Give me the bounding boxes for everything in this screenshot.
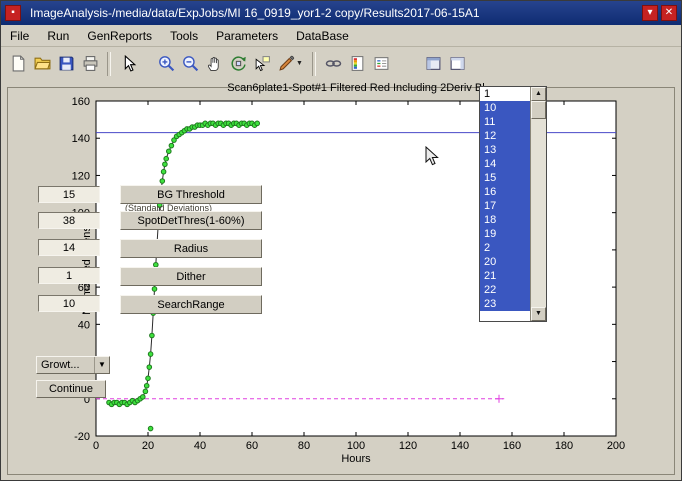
scroll-up-icon[interactable]: ▲ (531, 87, 546, 101)
svg-text:100: 100 (347, 440, 365, 452)
dropdown-items: 110111213141516171819220212223 (480, 87, 530, 321)
search-range-button[interactable]: SearchRange (120, 295, 262, 314)
continue-button[interactable]: Continue (36, 380, 106, 398)
plot-canvas: 020406080100120140160180200-200204060801… (1, 1, 682, 481)
dropdown-scrollbar[interactable]: ▲ ▼ (530, 87, 546, 321)
svg-text:20: 20 (142, 440, 154, 452)
scrollbar-track[interactable] (531, 119, 546, 307)
mouse-cursor-icon (425, 146, 439, 166)
svg-text:120: 120 (399, 440, 417, 452)
search-range-input[interactable] (38, 295, 100, 312)
radius-button[interactable]: Radius (120, 239, 262, 258)
svg-text:160: 160 (72, 96, 90, 108)
app-window: ▪ ImageAnalysis-/media/data/ExpJobs/MI 1… (0, 0, 682, 481)
dropdown-item[interactable]: 22 (480, 283, 530, 297)
svg-text:180: 180 (555, 440, 573, 452)
scroll-down-icon[interactable]: ▼ (531, 307, 546, 321)
x-axis-label: Hours (96, 453, 616, 465)
dropdown-item[interactable]: 21 (480, 269, 530, 283)
scrollbar-thumb[interactable] (531, 101, 546, 119)
dropdown-item[interactable]: 17 (480, 199, 530, 213)
dropdown-item[interactable]: 10 (480, 101, 530, 115)
bg-threshold-button[interactable]: BG Threshold (120, 185, 262, 204)
svg-text:0: 0 (93, 440, 99, 452)
dither-button[interactable]: Dither (120, 267, 262, 286)
chevron-down-icon[interactable]: ▼ (94, 357, 109, 373)
svg-text:140: 140 (72, 133, 90, 145)
dropdown-item[interactable]: 15 (480, 171, 530, 185)
svg-text:80: 80 (298, 440, 310, 452)
svg-text:120: 120 (72, 170, 90, 182)
growth-popup-value: Growt... (37, 357, 94, 373)
dropdown-item[interactable]: 13 (480, 143, 530, 157)
svg-text:60: 60 (246, 440, 258, 452)
svg-text:160: 160 (503, 440, 521, 452)
spot-det-thres-input[interactable] (38, 212, 100, 229)
dropdown-item[interactable]: 18 (480, 213, 530, 227)
dropdown-item[interactable]: 20 (480, 255, 530, 269)
bg-threshold-input[interactable] (38, 186, 100, 203)
dropdown-item[interactable]: 19 (480, 227, 530, 241)
spot-det-thres-button[interactable]: SpotDetThres(1-60%) (120, 211, 262, 230)
dropdown-item[interactable]: 11 (480, 115, 530, 129)
svg-text:40: 40 (194, 440, 206, 452)
number-dropdown-list: 110111213141516171819220212223 ▲ ▼ (479, 86, 547, 322)
svg-text:-20: -20 (74, 431, 90, 443)
radius-input[interactable] (38, 239, 100, 256)
dropdown-item[interactable]: 23 (480, 297, 530, 311)
dropdown-item[interactable]: 14 (480, 157, 530, 171)
svg-text:140: 140 (451, 440, 469, 452)
dither-input[interactable] (38, 267, 100, 284)
dropdown-item[interactable]: 1 (480, 87, 530, 101)
svg-text:200: 200 (607, 440, 625, 452)
dropdown-item[interactable]: 16 (480, 185, 530, 199)
growth-popup-menu[interactable]: Growt... ▼ (36, 356, 110, 374)
dropdown-item[interactable]: 2 (480, 241, 530, 255)
dropdown-item[interactable]: 12 (480, 129, 530, 143)
